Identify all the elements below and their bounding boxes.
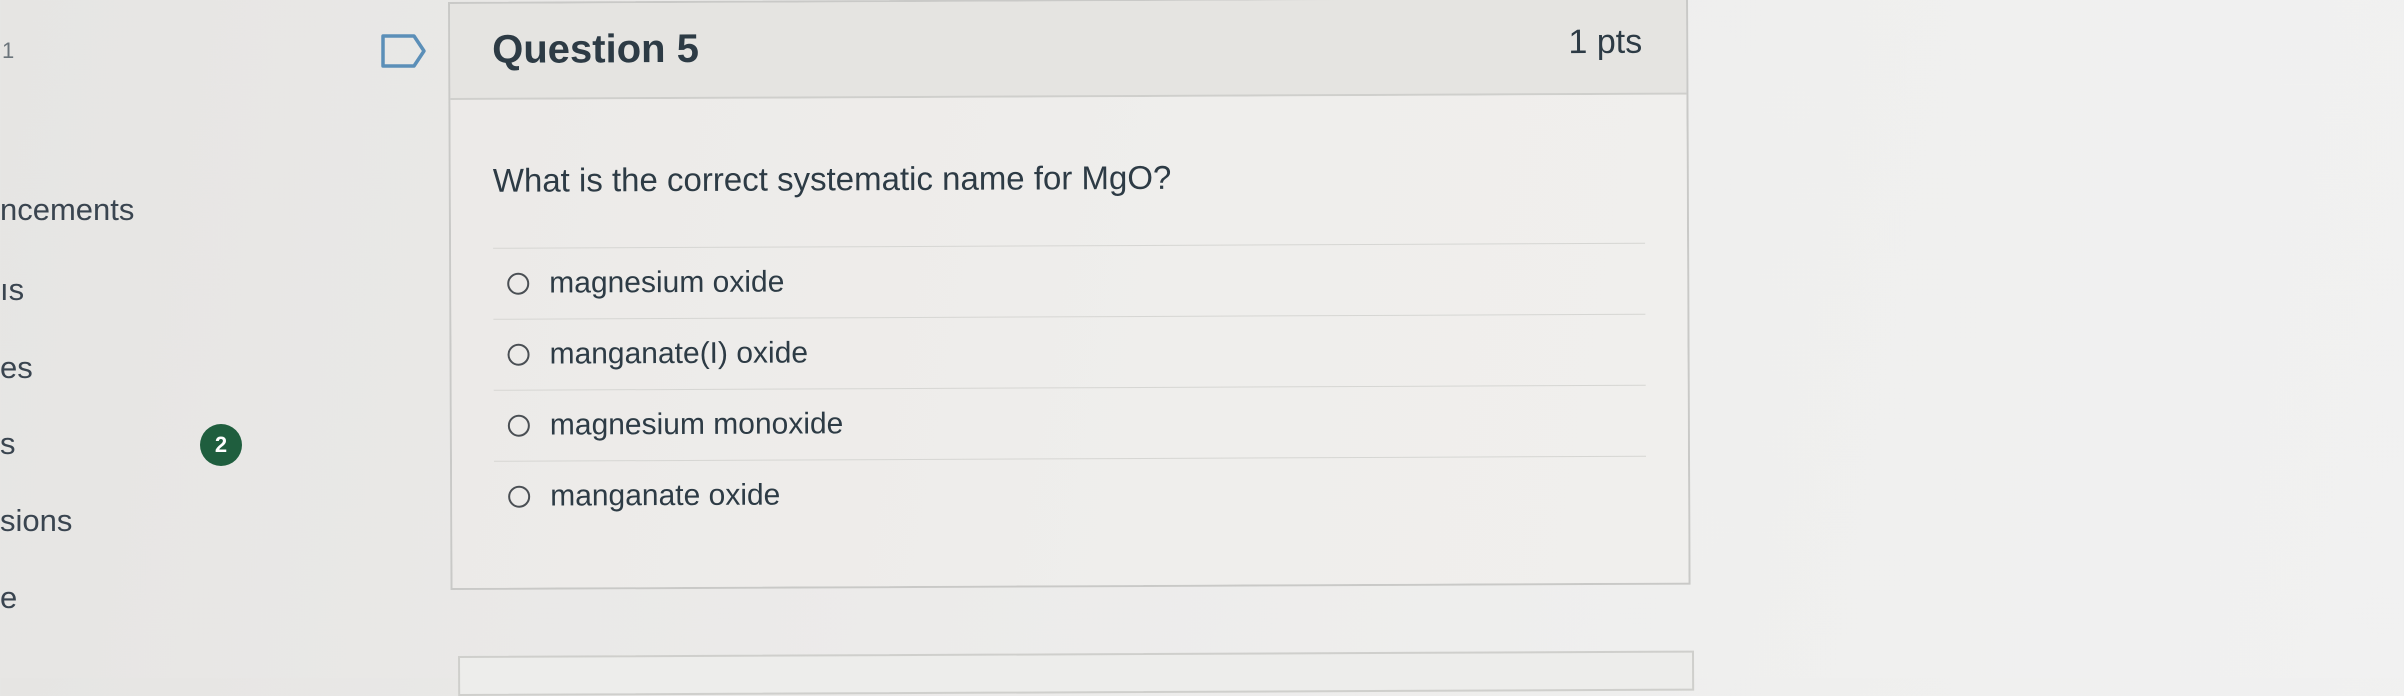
answer-option-3[interactable]: magnesium monoxide	[493, 384, 1646, 461]
nav-item-announcements[interactable]: ncements	[0, 192, 134, 228]
course-navigation: 1 ncements ıs es s 2 sions e	[0, 0, 300, 678]
question-body: What is the correct systematic name for …	[450, 94, 1689, 588]
answer-label: magnesium monoxide	[549, 407, 844, 442]
question-title: Question 5	[492, 26, 700, 72]
nav-top-fragment: 1	[2, 38, 15, 63]
nav-item-pages[interactable]: es	[0, 350, 33, 386]
radio-button-icon[interactable]	[508, 485, 531, 508]
answer-label: manganate(I) oxide	[549, 336, 809, 371]
answer-option-1[interactable]: magnesium oxide	[493, 242, 1646, 319]
question-text: What is the correct systematic name for …	[492, 158, 1172, 199]
answer-option-4[interactable]: manganate oxide	[494, 455, 1647, 532]
answer-list: magnesium oxide manganate(I) oxide magne…	[493, 242, 1647, 532]
nav-item-discussions[interactable]: sions	[0, 503, 72, 539]
bookmark-flag-icon[interactable]	[380, 33, 428, 69]
nav-item-partial[interactable]: e	[0, 580, 17, 616]
nav-notification-badge: 2	[200, 424, 242, 466]
answer-label: magnesium oxide	[549, 265, 785, 300]
next-question-card-edge	[458, 650, 1695, 696]
question-header: Question 5 1 pts	[450, 0, 1687, 100]
answer-option-2[interactable]: manganate(I) oxide	[493, 313, 1646, 390]
nav-item-modules[interactable]: ıs	[0, 272, 24, 308]
question-points: 1 pts	[1568, 22, 1643, 62]
radio-button-icon[interactable]	[507, 343, 530, 366]
radio-button-icon[interactable]	[507, 272, 530, 295]
radio-button-icon[interactable]	[507, 414, 530, 437]
answer-label: manganate oxide	[550, 478, 781, 513]
nav-item-grades[interactable]: s	[0, 426, 16, 462]
question-card: Question 5 1 pts What is the correct sys…	[448, 0, 1691, 590]
